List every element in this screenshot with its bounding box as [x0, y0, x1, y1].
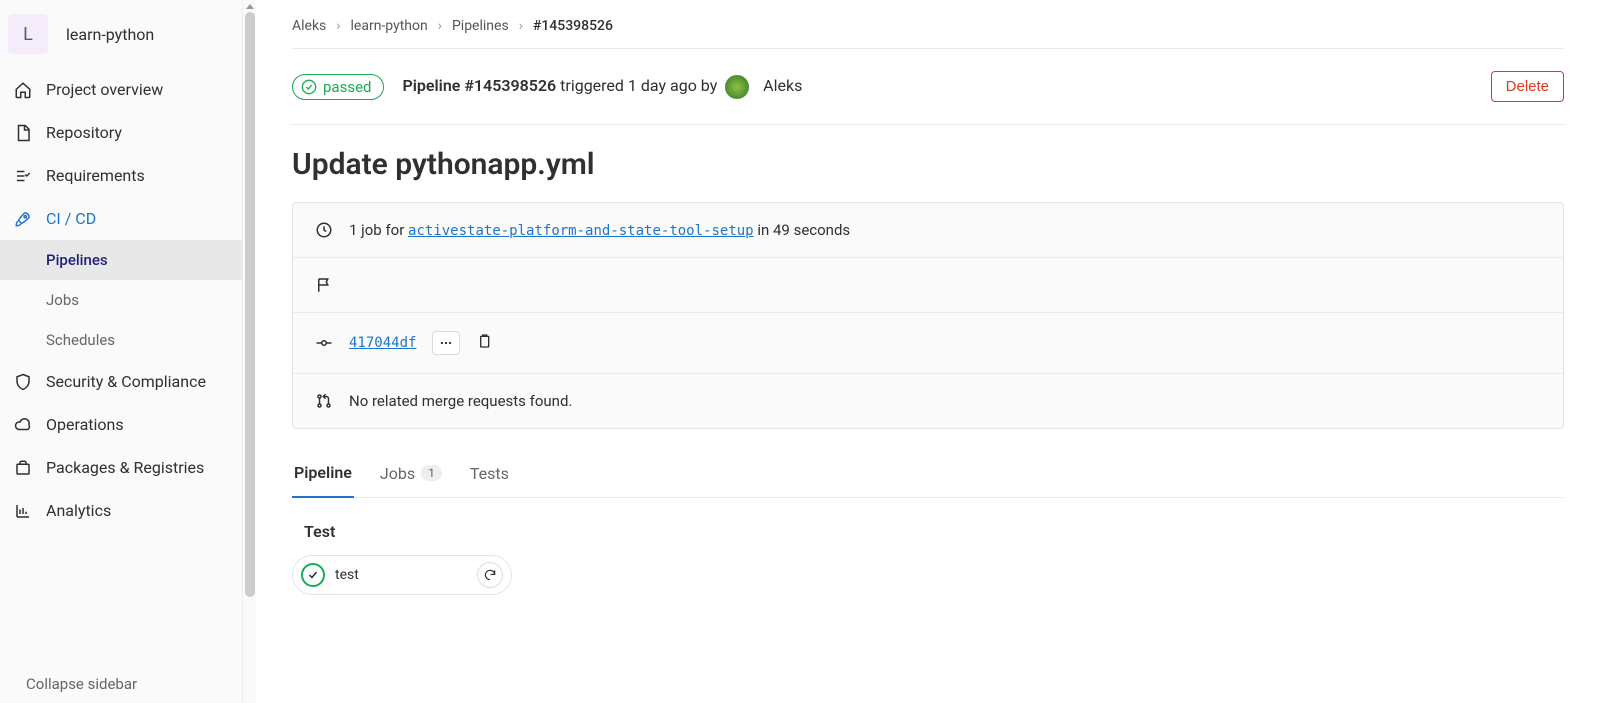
sidebar: L learn-python Project overview Reposito… — [0, 0, 256, 703]
stage-title: Test — [304, 522, 1564, 541]
breadcrumb-project[interactable]: learn-python — [351, 18, 428, 34]
rocket-icon — [14, 210, 32, 228]
info-row-mr: No related merge requests found. — [293, 374, 1563, 428]
author-name[interactable]: Aleks — [763, 76, 802, 95]
pipeline-info-box: 1 job for activestate-platform-and-state… — [292, 202, 1564, 429]
status-badge-passed[interactable]: passed — [292, 74, 384, 100]
sidebar-sub-jobs[interactable]: Jobs — [0, 280, 255, 320]
sidebar-sub-schedules[interactable]: Schedules — [0, 320, 255, 360]
job-name: test — [335, 567, 359, 583]
user-avatar[interactable] — [725, 75, 749, 99]
collapse-sidebar[interactable]: Collapse sidebar — [0, 665, 255, 703]
copy-commit-button[interactable] — [476, 333, 492, 353]
tab-tests[interactable]: Tests — [468, 453, 511, 497]
jobs-summary: 1 job for activestate-platform-and-state… — [349, 221, 850, 239]
sidebar-item-repository[interactable]: Repository — [0, 111, 255, 154]
sidebar-label: CI / CD — [46, 209, 96, 228]
breadcrumb-user[interactable]: Aleks — [292, 18, 326, 34]
commit-icon — [315, 334, 333, 352]
refresh-icon — [483, 568, 497, 582]
sidebar-label: Packages & Registries — [46, 458, 204, 477]
mr-text: No related merge requests found. — [349, 392, 572, 410]
sidebar-item-packages[interactable]: Packages & Registries — [0, 446, 255, 489]
sidebar-label: Project overview — [46, 80, 163, 99]
commit-link[interactable]: 417044df — [349, 335, 416, 351]
merge-request-icon — [315, 392, 333, 410]
clock-icon — [315, 221, 333, 239]
breadcrumb: Aleks › learn-python › Pipelines › #1453… — [292, 0, 1564, 49]
pipeline-header: passed Pipeline #145398526 triggered 1 d… — [292, 49, 1564, 125]
jobs-count-badge: 1 — [421, 465, 442, 481]
sidebar-label: Security & Compliance — [46, 372, 206, 391]
home-icon — [14, 81, 32, 99]
project-avatar: L — [8, 14, 48, 54]
pipeline-meta: Pipeline #145398526 triggered 1 day ago … — [402, 75, 802, 99]
cloud-icon — [14, 416, 32, 434]
info-row-flag — [293, 258, 1563, 313]
sidebar-scrollbar[interactable] — [242, 0, 256, 703]
check-circle-icon — [301, 79, 317, 95]
pipeline-id[interactable]: Pipeline #145398526 — [402, 76, 556, 95]
main-content: Aleks › learn-python › Pipelines › #1453… — [256, 0, 1600, 703]
page-title: Update pythonapp.yml — [292, 147, 1564, 182]
flag-icon — [315, 276, 333, 294]
scroll-up-icon — [246, 4, 254, 9]
tabs: Pipeline Jobs 1 Tests — [292, 453, 1564, 498]
status-success-icon — [301, 563, 325, 587]
chevron-right-icon: › — [519, 18, 523, 34]
sidebar-item-operations[interactable]: Operations — [0, 403, 255, 446]
ellipsis-icon — [439, 336, 453, 350]
project-name: learn-python — [66, 25, 154, 44]
project-header[interactable]: L learn-python — [0, 0, 255, 68]
breadcrumb-id: #145398526 — [533, 18, 613, 34]
scroll-thumb[interactable] — [245, 12, 255, 597]
package-icon — [14, 459, 32, 477]
chart-icon — [14, 502, 32, 520]
more-button[interactable] — [432, 331, 460, 355]
sidebar-item-analytics[interactable]: Analytics — [0, 489, 255, 532]
retry-button[interactable] — [477, 562, 503, 588]
tab-jobs[interactable]: Jobs 1 — [378, 453, 444, 497]
tab-pipeline[interactable]: Pipeline — [292, 453, 354, 498]
job-pill[interactable]: test — [292, 555, 512, 595]
sidebar-label: Operations — [46, 415, 124, 434]
breadcrumb-section[interactable]: Pipelines — [452, 18, 509, 34]
sidebar-label: Analytics — [46, 501, 111, 520]
shield-icon — [14, 373, 32, 391]
sidebar-sub-pipelines[interactable]: Pipelines — [0, 240, 255, 280]
chevron-right-icon: › — [438, 18, 442, 34]
clipboard-icon — [476, 333, 492, 349]
delete-button[interactable]: Delete — [1491, 71, 1564, 102]
document-icon — [14, 124, 32, 142]
sidebar-item-cicd[interactable]: CI / CD — [0, 197, 255, 240]
info-row-commit: 417044df — [293, 313, 1563, 374]
collapse-label: Collapse sidebar — [26, 675, 137, 693]
sidebar-label: Repository — [46, 123, 122, 142]
sidebar-item-requirements[interactable]: Requirements — [0, 154, 255, 197]
branch-link[interactable]: activestate-platform-and-state-tool-setu… — [408, 223, 754, 239]
status-text: passed — [323, 78, 371, 96]
list-check-icon — [14, 167, 32, 185]
sidebar-item-project-overview[interactable]: Project overview — [0, 68, 255, 111]
info-row-jobs: 1 job for activestate-platform-and-state… — [293, 203, 1563, 258]
sidebar-item-security[interactable]: Security & Compliance — [0, 360, 255, 403]
chevron-right-icon: › — [336, 18, 340, 34]
sidebar-label: Requirements — [46, 166, 145, 185]
triggered-text: triggered 1 day ago by — [560, 76, 717, 95]
